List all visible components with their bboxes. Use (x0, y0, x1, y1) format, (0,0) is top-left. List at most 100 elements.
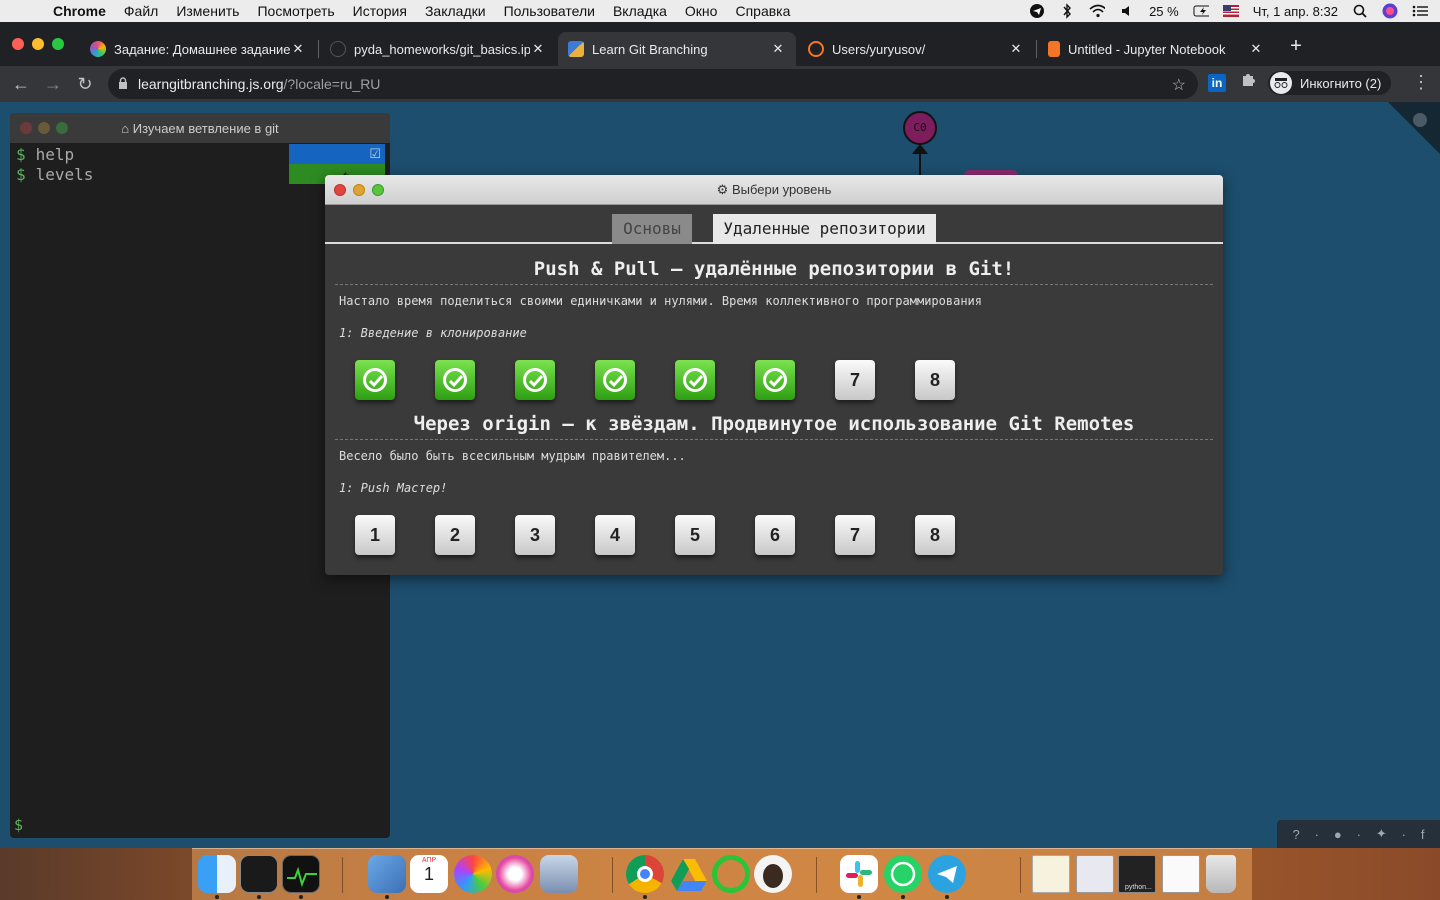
tab-untitled-notebook[interactable]: Untitled - Jupyter Notebook ✕ (1038, 32, 1274, 66)
commit-node[interactable]: C0 (903, 111, 937, 145)
incognito-profile-button[interactable]: Инкогнито (2) (1268, 71, 1392, 95)
bookmark-star-icon[interactable]: ☆ (1172, 75, 1186, 95)
terminal-input-prompt[interactable]: $ (14, 816, 23, 834)
window-zoom-button[interactable] (52, 38, 64, 50)
notification-center-icon[interactable] (1412, 3, 1428, 19)
python-window-icon[interactable]: python... (1118, 855, 1156, 893)
clock[interactable]: Чт, 1 апр. 8:32 (1253, 4, 1338, 19)
tab-jupyter-users[interactable]: Users/yuryusov/ ✕ (798, 32, 1034, 66)
linkedin-extension-icon[interactable]: in (1208, 74, 1226, 92)
tab-pyda-homeworks[interactable]: pyda_homeworks/git_basics.ip ✕ (320, 32, 556, 66)
github-favicon-icon (330, 41, 346, 57)
terminal-title: ⌂ Изучаем ветвление в git (10, 121, 390, 136)
itunes-icon[interactable] (496, 855, 534, 893)
notes-doc-icon[interactable] (1032, 855, 1070, 893)
menu-users[interactable]: Пользователи (495, 3, 604, 19)
level-button[interactable]: 8 (915, 515, 955, 555)
github-octocat-icon[interactable] (1410, 110, 1430, 135)
slack-icon[interactable] (840, 855, 878, 893)
finder-icon[interactable] (198, 855, 236, 893)
google-drive-icon[interactable] (670, 855, 708, 893)
trash-icon[interactable] (1206, 855, 1236, 893)
reload-icon[interactable]: ↻ (72, 71, 98, 97)
tab-basics[interactable]: Основы (612, 214, 692, 244)
whatsapp-icon[interactable] (884, 855, 922, 893)
back-arrow-icon[interactable]: ← (8, 71, 34, 97)
level-button[interactable]: 6 (755, 515, 795, 555)
menu-tab[interactable]: Вкладка (604, 3, 676, 19)
window-close-button[interactable] (12, 38, 24, 50)
volume-icon[interactable] (1119, 3, 1135, 19)
prompt-symbol: $ (16, 165, 26, 184)
bear-app-icon[interactable] (754, 855, 792, 893)
help-icon[interactable]: ? (1292, 827, 1299, 842)
checkbox-icon[interactable]: ☑ (369, 146, 381, 162)
image-capture-icon[interactable] (540, 855, 578, 893)
running-indicator (643, 895, 647, 899)
level-button[interactable]: 3 (515, 515, 555, 555)
extensions-puzzle-icon[interactable] (1240, 72, 1256, 93)
wifi-icon[interactable] (1089, 3, 1106, 19)
github-icon[interactable]: ● (1334, 827, 1342, 842)
level-button-completed[interactable]: 3 (515, 360, 555, 400)
tab-close-icon[interactable]: ✕ (770, 41, 786, 57)
menu-file[interactable]: Файл (115, 3, 167, 19)
level-button-completed[interactable]: 5 (675, 360, 715, 400)
level-button[interactable]: 7 (835, 360, 875, 400)
circle-app-icon[interactable] (712, 855, 750, 893)
menu-bookmarks[interactable]: Закладки (416, 3, 495, 19)
input-flag-us-icon[interactable] (1222, 3, 1239, 19)
calendar-icon[interactable]: АПР 1 (410, 855, 448, 893)
terminal-icon[interactable] (240, 855, 278, 893)
running-indicator (901, 895, 905, 899)
tab-close-icon[interactable]: ✕ (1008, 41, 1024, 57)
screenshot-icon[interactable] (1076, 855, 1114, 893)
learngitbranching-page: C0 ⌂ Изучаем ветвление в git $ help $ leve… (0, 102, 1440, 848)
bluetooth-icon[interactable] (1059, 3, 1075, 19)
chrome-window-icon[interactable] (1162, 855, 1200, 893)
menu-view[interactable]: Посмотреть (248, 3, 343, 19)
photos-icon[interactable] (454, 855, 492, 893)
preview-icon[interactable] (368, 855, 406, 893)
level-button-completed[interactable]: 6 (755, 360, 795, 400)
siri-icon[interactable] (1382, 3, 1398, 19)
level-button-completed[interactable]: 1 (355, 360, 395, 400)
tab-homework-assignment[interactable]: Задание: Домашнее задание ✕ (80, 32, 316, 66)
level-button[interactable]: 5 (675, 515, 715, 555)
dot-separator: · (1401, 826, 1407, 842)
tab-close-icon[interactable]: ✕ (1248, 41, 1264, 57)
window-minimize-button[interactable] (32, 38, 44, 50)
menu-app-name[interactable]: Chrome (44, 3, 115, 19)
chrome-icon[interactable] (626, 855, 664, 893)
chrome-menu-icon[interactable]: ⋮ (1412, 72, 1430, 93)
forward-arrow-icon[interactable]: → (40, 71, 66, 97)
section-title: Через origin – к звёздам. Продвинутое ис… (413, 413, 1135, 435)
tab-learn-git-branching[interactable]: Learn Git Branching ✕ (558, 32, 796, 66)
menu-help[interactable]: Справка (726, 3, 799, 19)
address-bar[interactable]: learngitbranching.js.org/?locale=ru_RU ☆ (108, 69, 1198, 99)
menu-history[interactable]: История (344, 3, 416, 19)
menu-edit[interactable]: Изменить (167, 3, 248, 19)
level-button[interactable]: 1 (355, 515, 395, 555)
spotlight-search-icon[interactable] (1352, 3, 1368, 19)
level-button[interactable]: 2 (435, 515, 475, 555)
tab-remote-repositories[interactable]: Удаленные репозитории (713, 214, 936, 244)
level-button[interactable]: 8 (915, 360, 955, 400)
lock-icon[interactable] (108, 76, 138, 92)
tab-close-icon[interactable]: ✕ (530, 41, 546, 57)
twitter-icon[interactable]: ✦ (1376, 826, 1387, 842)
battery-icon[interactable] (1193, 3, 1209, 19)
new-tab-button[interactable]: + (1286, 35, 1306, 61)
menu-window[interactable]: Окно (676, 3, 727, 19)
level-button-completed[interactable]: 4 (595, 360, 635, 400)
dock-separator (612, 857, 613, 893)
level-button[interactable]: 4 (595, 515, 635, 555)
level-button[interactable]: 7 (835, 515, 875, 555)
tab-close-icon[interactable]: ✕ (290, 41, 306, 57)
facebook-icon[interactable]: f (1421, 827, 1425, 842)
telegram-icon[interactable] (928, 855, 966, 893)
activity-monitor-icon[interactable] (282, 855, 320, 893)
terminal-history: $ help $ levels (16, 145, 93, 185)
level-button-completed[interactable]: 2 (435, 360, 475, 400)
telegram-status-icon[interactable] (1029, 3, 1045, 19)
